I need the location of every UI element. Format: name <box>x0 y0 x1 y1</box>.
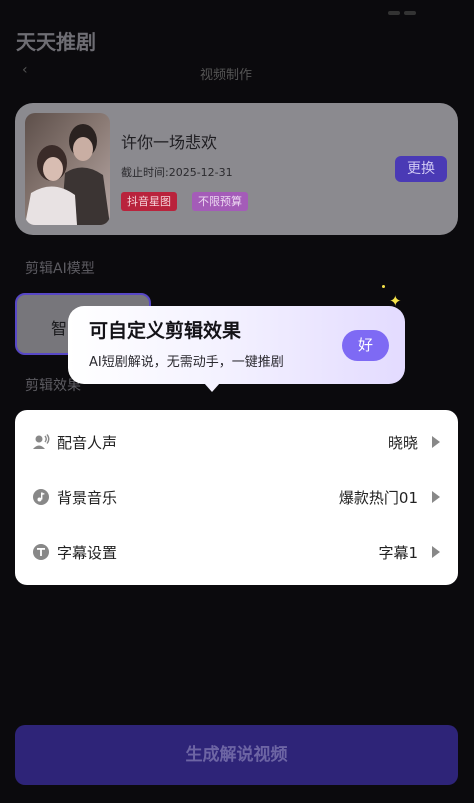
settings-panel: 配音人声 晓晓 背景音乐 爆款热门01 字幕设置 字幕1 <box>15 410 458 585</box>
settings-row-value: 晓晓 <box>387 434 418 452</box>
chevron-right-icon <box>432 491 440 503</box>
music-icon <box>32 488 50 506</box>
popup-description: AI短剧解说，无需动手，一键推剧 <box>89 355 284 370</box>
guide-popup: 可自定义剪辑效果 AI短剧解说，无需动手，一键推剧 好 <box>68 306 405 392</box>
popup-title: 可自定义剪辑效果 <box>89 320 242 342</box>
drama-poster <box>25 113 110 225</box>
settings-row-voice[interactable]: 配音人声 晓晓 <box>15 414 458 469</box>
settings-row-label: 背景音乐 <box>57 489 118 507</box>
change-button[interactable]: 更换 <box>395 156 447 182</box>
drama-card[interactable]: 许你一场悲欢 截止时间:2025-12-31 抖音星图 不限预算 更换 <box>15 103 458 235</box>
settings-row-value: 字幕1 <box>378 544 418 562</box>
app-title: 天天推剧 <box>16 30 96 54</box>
model-section-label: 剪辑AI模型 <box>25 261 95 277</box>
settings-row-label: 配音人声 <box>57 434 118 452</box>
deadline-text: 截止时间:2025-12-31 <box>121 166 233 179</box>
popup-ok-button[interactable]: 好 <box>342 330 389 361</box>
voice-icon <box>32 433 50 451</box>
status-bar-stub <box>384 0 434 15</box>
model-option-label: 智 <box>51 319 68 338</box>
sub-nav: ‹ 视频制作 <box>0 62 474 83</box>
chevron-right-icon <box>432 546 440 558</box>
tag-douyin-xingtu: 抖音星图 <box>121 192 177 211</box>
settings-row-value: 爆款热门01 <box>338 489 418 507</box>
generate-video-button[interactable]: 生成解说视频 <box>15 725 458 785</box>
settings-row-label: 字幕设置 <box>57 544 118 562</box>
tag-unlimited-budget: 不限预算 <box>192 192 248 211</box>
sub-nav-title: 视频制作 <box>200 68 253 83</box>
sparkle-dot-icon <box>382 285 385 288</box>
settings-row-subtitle[interactable]: 字幕设置 字幕1 <box>15 524 458 579</box>
settings-row-music[interactable]: 背景音乐 爆款热门01 <box>15 469 458 524</box>
popup-pointer <box>204 383 220 392</box>
back-icon[interactable]: ‹ <box>22 62 28 78</box>
drama-title: 许你一场悲欢 <box>121 133 218 152</box>
chevron-right-icon <box>432 436 440 448</box>
subtitle-icon <box>32 543 50 561</box>
